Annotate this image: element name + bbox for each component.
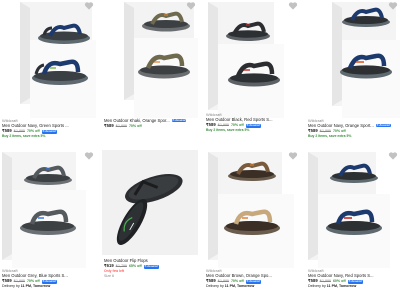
delivery-info: Delivery by 11 PM, Tomorrow	[2, 284, 96, 289]
bank-offer: Buy 2 items, save extra 5%	[2, 134, 46, 138]
heart-icon[interactable]	[288, 1, 298, 11]
product-info: Wildcraft Men Outdoor Black, Red Sports …	[206, 112, 300, 133]
product-image[interactable]	[0, 0, 96, 118]
product-info: Wildcraft Men Outdoor Navy, Red Sports S…	[308, 268, 400, 289]
product-card[interactable]: Wildcraft Men Outdoor Black, Red Sports …	[204, 0, 300, 150]
product-card[interactable]: Men Outdoor Flip Flops ₹619 ₹1,799 65% o…	[102, 150, 198, 307]
product-info: Wildcraft Men Outdoor Navy, Orange Sport…	[308, 118, 400, 139]
bank-offer: Buy 2 items, save extra 5%	[206, 128, 250, 132]
product-info: Wildcraft Men Outdoor Brown, Orange Spo.…	[206, 268, 300, 289]
delivery-prefix: Delivery by	[206, 284, 224, 288]
delivery-date: 11 PM, Tomorrow	[20, 284, 51, 288]
heart-icon[interactable]	[84, 1, 94, 11]
product-image[interactable]	[204, 0, 300, 118]
price-row: ₹589 ₹1,999 70% off	[104, 123, 198, 129]
heart-icon[interactable]	[84, 151, 94, 161]
product-card[interactable]: Wildcraft Men Outdoor Grey, Blue Sports …	[0, 150, 96, 307]
product-card[interactable]: Men Outdoor Khaki, Orange Spor... F-Assur…	[102, 0, 198, 150]
product-image[interactable]	[102, 0, 198, 118]
delivery-info: Delivery by 11 PM, Tomorrow	[308, 284, 400, 289]
product-card[interactable]: Wildcraft Men Outdoor Navy, Red Sports S…	[306, 150, 400, 307]
size-label: Size 6	[104, 274, 114, 278]
product-image[interactable]	[102, 150, 198, 255]
product-image[interactable]	[204, 150, 300, 268]
assured-badge: F-Assured	[41, 280, 57, 284]
assured-badge: F-Assured	[171, 118, 187, 123]
discount: 65% off	[128, 264, 142, 268]
delivery-info: Delivery by 11 PM, Tomorrow	[206, 284, 300, 289]
mrp: ₹1,999	[115, 124, 127, 128]
product-info: Wildcraft Men Outdoor Grey, Blue Sports …	[2, 268, 96, 289]
assured-badge: F-Assured	[347, 280, 363, 284]
assured-badge: F-Assured	[143, 265, 159, 269]
bank-offer: Buy 2 items, save extra 5%	[308, 134, 352, 138]
heart-icon[interactable]	[288, 151, 298, 161]
product-card[interactable]: Wildcraft Men Outdoor Brown, Orange Spo.…	[204, 150, 300, 307]
delivery-date: 11 PM, Tomorrow	[326, 284, 357, 288]
delivery-prefix: Delivery by	[308, 284, 326, 288]
product-info: Men Outdoor Flip Flops ₹619 ₹1,799 65% o…	[104, 258, 198, 279]
product-image[interactable]	[0, 150, 96, 268]
product-info: Men Outdoor Khaki, Orange Spor... F-Assur…	[104, 118, 198, 129]
delivery-prefix: Delivery by	[2, 284, 20, 288]
assured-badge: F-Assured	[245, 124, 261, 128]
discount: 70% off	[128, 124, 142, 128]
delivery-date: 11 PM, Tomorrow	[224, 284, 255, 288]
product-image[interactable]	[306, 150, 400, 268]
assured-badge: F-Assured	[41, 130, 57, 134]
product-image[interactable]	[306, 0, 400, 118]
assured-badge: F-Assured	[245, 280, 261, 284]
product-card[interactable]: Wildcraft Men Outdoor Navy, Green Sports…	[0, 0, 96, 150]
product-info: Wildcraft Men Outdoor Navy, Green Sports…	[2, 118, 96, 139]
product-card[interactable]: Wildcraft Men Outdoor Navy, Orange Sport…	[306, 0, 400, 150]
product-grid: Wildcraft Men Outdoor Navy, Green Sports…	[0, 0, 400, 307]
price: ₹589	[104, 123, 114, 128]
heart-icon[interactable]	[388, 1, 398, 11]
heart-icon[interactable]	[388, 151, 398, 161]
heart-icon[interactable]	[186, 1, 196, 11]
assured-badge: F-Assured	[375, 123, 391, 128]
